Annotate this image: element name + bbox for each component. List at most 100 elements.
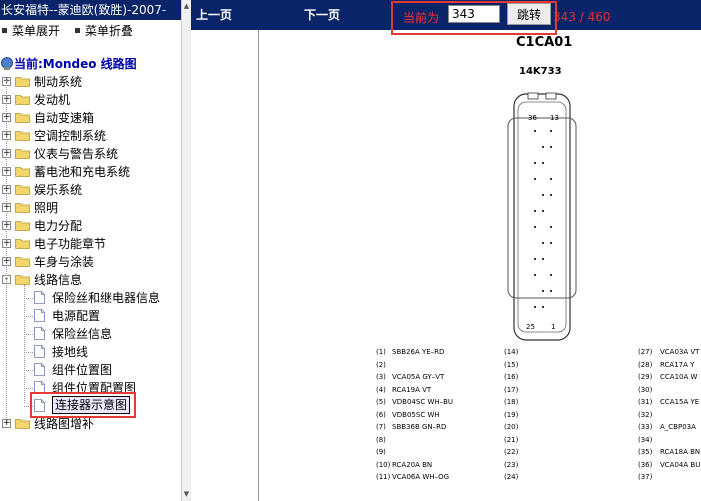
tree-folder[interactable]: + 蓄电池和充电系统 bbox=[0, 163, 181, 181]
pin-number: (32) bbox=[638, 410, 653, 419]
tree-folder-label: 仪表与警告系统 bbox=[34, 147, 119, 161]
pin-wire: VCA04A BU bbox=[660, 460, 701, 469]
pin-label-top-right: 13 bbox=[550, 114, 559, 122]
tree-folder-label: 蓄电池和充电系统 bbox=[34, 165, 131, 179]
pin-dot bbox=[542, 306, 544, 308]
tree-folder-label: 电力分配 bbox=[34, 219, 83, 233]
pin-number: (34) bbox=[638, 435, 653, 444]
pin-number: (35) bbox=[638, 448, 653, 456]
pin-dot bbox=[550, 130, 552, 132]
panel-title: 长安福特--蒙迪欧(致胜)-2007- bbox=[0, 0, 181, 20]
pin-number: (23) bbox=[504, 460, 519, 469]
pin-dot bbox=[534, 274, 536, 276]
tree-folder-label: 自动变速箱 bbox=[34, 111, 95, 125]
tree-folder-label: 空调控制系统 bbox=[34, 129, 107, 143]
tree-guide bbox=[24, 370, 33, 371]
pin-dot bbox=[534, 306, 536, 308]
pin-number: (18) bbox=[504, 398, 519, 406]
current-location-label: 当前:Mondeo 线路图 bbox=[14, 57, 137, 71]
pin-row: (5) VDB04SC WH–BU bbox=[376, 398, 453, 406]
next-page-button[interactable]: 下一页 bbox=[304, 6, 340, 23]
tree-folder[interactable]: + 自动变速箱 bbox=[0, 109, 181, 127]
tree-folder-label: 电子功能章节 bbox=[34, 237, 107, 251]
pin-row: (10) RCA20A BN bbox=[376, 461, 432, 469]
page-count: 343 / 460 bbox=[553, 10, 611, 24]
pin-number: (5) bbox=[376, 398, 386, 406]
tree-guide bbox=[24, 298, 33, 299]
pin-dot bbox=[542, 162, 544, 164]
pin-dot bbox=[542, 258, 544, 260]
tree-folder-label: 照明 bbox=[34, 201, 59, 215]
tree-folder[interactable]: + 照明 bbox=[0, 199, 181, 217]
pin-row: (1) SBB26A YE–RD bbox=[376, 348, 444, 356]
pin-dot bbox=[542, 194, 544, 196]
pin-dot bbox=[534, 226, 536, 228]
pin-dot bbox=[542, 290, 544, 292]
pin-number: (21) bbox=[504, 435, 519, 444]
pin-row: (32) bbox=[638, 411, 652, 419]
prev-page-button[interactable]: 上一页 bbox=[196, 6, 232, 23]
pin-wire: RCA18A BN bbox=[660, 448, 701, 456]
folder-icon bbox=[15, 239, 30, 249]
pin-row: (18) bbox=[504, 398, 518, 406]
pin-wire: RCA17A Y bbox=[660, 360, 695, 369]
expand-menu-button[interactable]: 菜单展开 bbox=[0, 22, 60, 40]
tree-folder[interactable]: + 制动系统 bbox=[0, 73, 181, 91]
pin-dot bbox=[542, 146, 544, 148]
scroll-down-icon[interactable]: ▼ bbox=[183, 490, 190, 499]
folder-icon bbox=[15, 149, 30, 159]
document-icon bbox=[34, 345, 45, 358]
pin-dot bbox=[534, 130, 536, 132]
pin-number: (2) bbox=[376, 360, 386, 369]
pin-row: (16) bbox=[504, 373, 518, 381]
pin-wire: A_CBP03A bbox=[660, 423, 696, 431]
pin-row: (9) bbox=[376, 448, 386, 456]
pin-row: (2) bbox=[376, 361, 386, 369]
pin-row: (35) RCA18A BN bbox=[638, 448, 700, 456]
tree-guide bbox=[24, 316, 33, 317]
pin-dot bbox=[542, 242, 544, 244]
pin-row: (3) VCA05A GY–VT bbox=[376, 373, 444, 381]
tree-folder-label: 车身与涂装 bbox=[34, 255, 95, 269]
tree-folder[interactable]: + 空调控制系统 bbox=[0, 127, 181, 145]
pin-number: (33) bbox=[638, 423, 653, 431]
tree-folder[interactable]: + 仪表与警告系统 bbox=[0, 145, 181, 163]
pin-wire: RCA20A BN bbox=[392, 460, 433, 469]
pin-dot bbox=[550, 194, 552, 196]
tree-folder[interactable]: + 电力分配 bbox=[0, 217, 181, 235]
tree-folder[interactable]: + 电子功能章节 bbox=[0, 235, 181, 253]
folder-icon bbox=[15, 185, 30, 195]
pin-row: (29) CCA10A W bbox=[638, 373, 697, 381]
pin-label-bottom-left: 25 bbox=[526, 323, 535, 331]
pin-number: (7) bbox=[376, 423, 386, 431]
pin-dot bbox=[550, 178, 552, 180]
pin-row: (14) bbox=[504, 348, 518, 356]
pin-number: (20) bbox=[504, 423, 519, 431]
panel-scrollbar[interactable]: ▲ ▼ bbox=[181, 0, 191, 501]
pin-wire: SBB36B GN–RD bbox=[392, 423, 447, 431]
tree-folder[interactable]: + 车身与涂装 bbox=[0, 253, 181, 271]
pin-wire: VCA06A WH–OG bbox=[392, 473, 450, 481]
pin-row: (11) VCA06A WH–OG bbox=[376, 473, 449, 481]
expand-icon[interactable]: + bbox=[2, 419, 11, 428]
scroll-up-icon[interactable]: ▲ bbox=[183, 2, 190, 11]
document-icon bbox=[34, 327, 45, 340]
pin-wire: VDB04SC WH–BU bbox=[392, 398, 454, 406]
pin-dot bbox=[550, 290, 552, 292]
pin-number: (19) bbox=[504, 410, 519, 419]
tree-guide bbox=[24, 352, 33, 353]
pin-dot bbox=[534, 258, 536, 260]
pin-dot bbox=[550, 146, 552, 148]
tree-folder[interactable]: - 线路信息 bbox=[0, 271, 181, 289]
pin-row: (30) bbox=[638, 386, 652, 394]
tree-document-label: 保险丝和继电器信息 bbox=[52, 291, 161, 305]
expand-menu-label: 菜单展开 bbox=[12, 24, 61, 38]
connector-id: 14K733 bbox=[519, 66, 562, 77]
tree-folder-label: 线路信息 bbox=[34, 273, 83, 287]
tree-folder[interactable]: + 娱乐系统 bbox=[0, 181, 181, 199]
pin-number: (27) bbox=[638, 348, 653, 356]
tree-folder[interactable]: + 发动机 bbox=[0, 91, 181, 109]
tree-guide bbox=[24, 285, 25, 403]
globe-icon bbox=[1, 57, 13, 70]
collapse-menu-button[interactable]: 菜单折叠 bbox=[73, 22, 133, 40]
